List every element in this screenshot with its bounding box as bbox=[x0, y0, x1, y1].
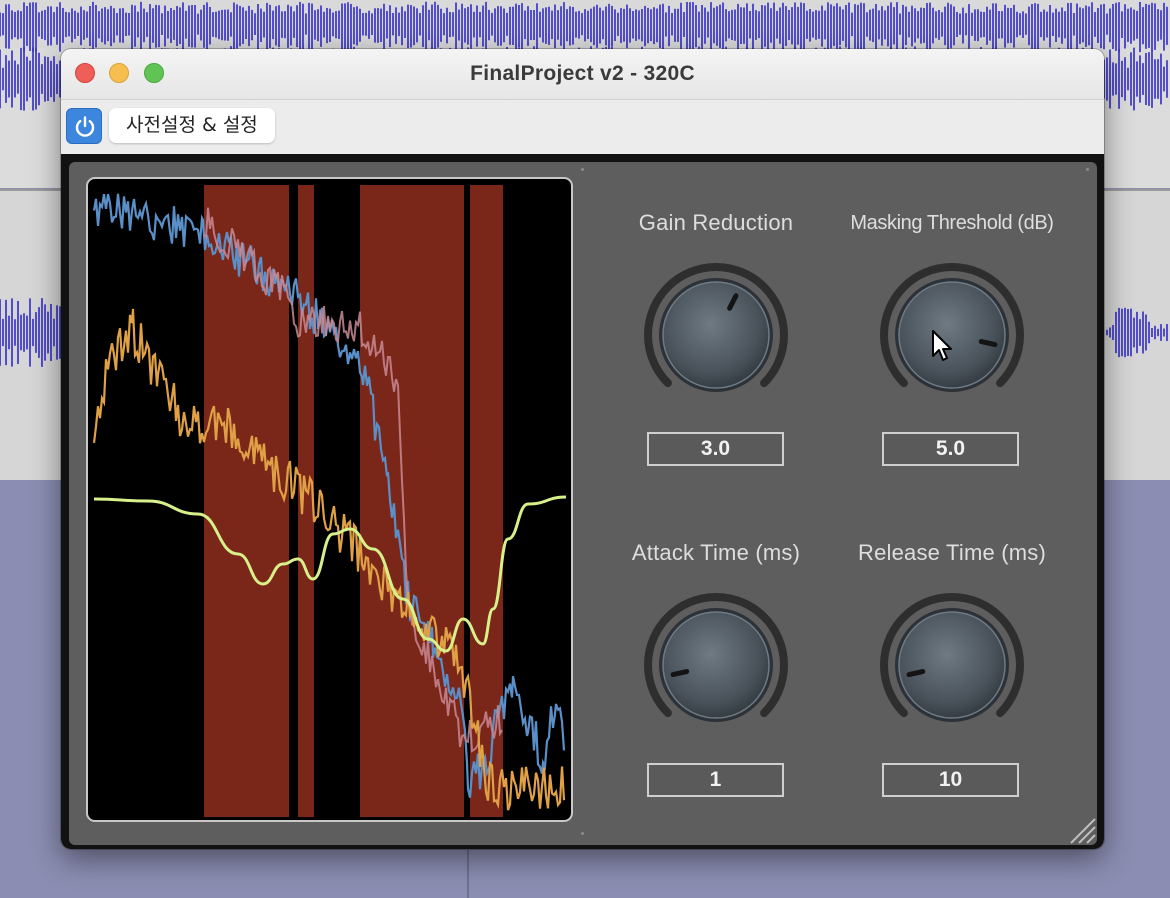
gain-reduction-knob[interactable] bbox=[641, 260, 791, 410]
spectrum-display bbox=[86, 177, 573, 822]
attack-time-value[interactable]: 1 bbox=[647, 763, 784, 797]
release-time-value[interactable]: 10 bbox=[882, 763, 1019, 797]
resize-grip-icon[interactable] bbox=[1067, 815, 1097, 845]
panel-screw bbox=[581, 168, 584, 171]
panel-screw bbox=[581, 832, 584, 835]
plugin-window: FinalProject v2 - 320C 사전설정 & 설정 Gain Re… bbox=[61, 49, 1104, 849]
knob-pointer bbox=[670, 669, 690, 678]
power-button[interactable] bbox=[66, 108, 102, 144]
panel-screw bbox=[1086, 168, 1089, 171]
presets-settings-button[interactable]: 사전설정 & 설정 bbox=[109, 108, 275, 143]
knob-pointer bbox=[978, 339, 998, 348]
masking-threshold-label: Masking Threshold (dB) bbox=[850, 212, 1054, 234]
knob-body bbox=[662, 611, 770, 719]
gain-reduction-value[interactable]: 3.0 bbox=[647, 432, 784, 466]
controls-panel: Gain Reduction 3.0 Masking Threshold (dB… bbox=[69, 162, 1097, 845]
gain-reduction-label: Gain Reduction bbox=[638, 210, 794, 235]
masking-band bbox=[360, 185, 464, 817]
knob-body bbox=[662, 281, 770, 389]
release-time-knob[interactable] bbox=[877, 590, 1027, 740]
power-icon bbox=[75, 116, 95, 137]
window-title: FinalProject v2 - 320C bbox=[470, 62, 695, 85]
attack-time-knob[interactable] bbox=[641, 590, 791, 740]
knob-pointer bbox=[906, 669, 926, 678]
attack-time-label: Attack Time (ms) bbox=[631, 540, 801, 565]
knob-body bbox=[898, 611, 1006, 719]
masking-threshold-value[interactable]: 5.0 bbox=[882, 432, 1019, 466]
mouse-cursor-icon bbox=[932, 330, 952, 361]
title-bar[interactable]: FinalProject v2 - 320C bbox=[61, 49, 1104, 100]
plugin-editor: Gain Reduction 3.0 Masking Threshold (dB… bbox=[61, 154, 1104, 849]
release-time-label: Release Time (ms) bbox=[858, 540, 1046, 565]
plugin-toolbar: 사전설정 & 설정 bbox=[61, 100, 1104, 155]
